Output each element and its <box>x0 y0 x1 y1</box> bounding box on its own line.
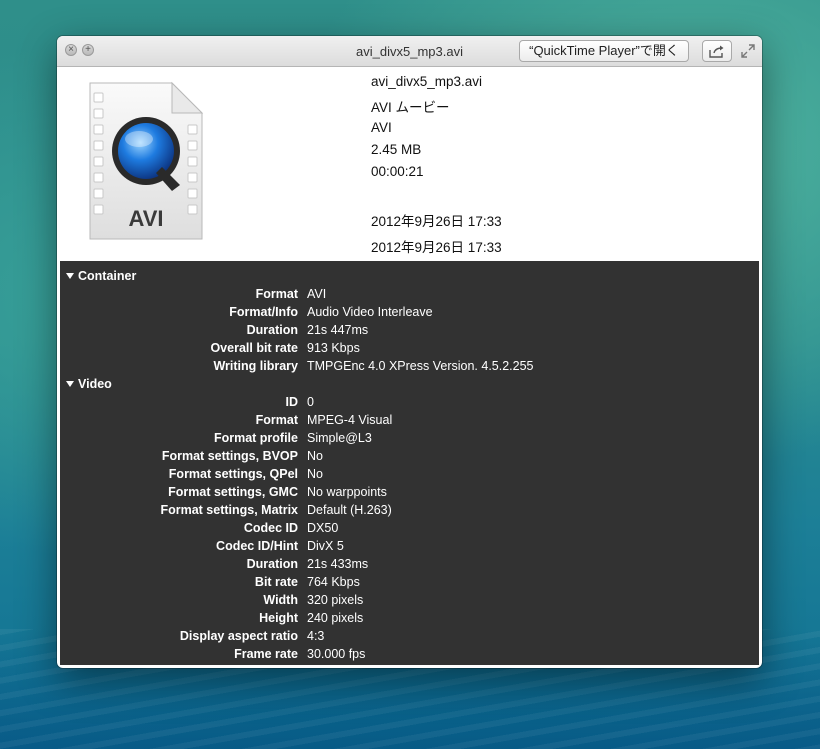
disclosure-triangle-icon <box>66 381 74 387</box>
row-value: 4:3 <box>307 629 325 643</box>
row-label: Frame rate <box>234 647 298 661</box>
row-value: AVI <box>371 120 392 135</box>
row-label: Display aspect ratio <box>179 629 298 643</box>
media-info-row: Codec ID DX50 <box>60 521 759 539</box>
row-value: 764 Kbps <box>307 575 360 589</box>
row-value: 2012年9月26日 17:33 <box>371 214 502 229</box>
quick-look-window: × + avi_divx5_mp3.avi “QuickTime Player”… <box>57 36 762 668</box>
row-value: 00:00:21 <box>371 164 424 179</box>
row-value: 0 <box>307 395 314 409</box>
row-label: Height <box>259 611 298 625</box>
title-bar: × + avi_divx5_mp3.avi “QuickTime Player”… <box>57 36 762 67</box>
row-label: Writing library <box>213 359 298 373</box>
media-info-row: Format/Info Audio Video Interleave <box>60 305 759 323</box>
container-section-header[interactable]: Container <box>66 269 136 287</box>
row-label: Duration <box>246 557 298 571</box>
row-label: ID <box>285 395 299 409</box>
row-value: No <box>307 467 323 481</box>
row-value: 2012年9月26日 17:33 <box>371 240 502 255</box>
media-info-row: Frame rate 30.000 fps <box>60 647 759 665</box>
media-info-row: Writing library TMPGEnc 4.0 XPress Versio… <box>60 359 759 377</box>
row-value: MPEG-4 Visual <box>307 413 393 427</box>
row-label: Format settings, BVOP <box>161 449 298 463</box>
video-section-header[interactable]: Video <box>66 377 112 395</box>
share-icon <box>709 45 724 58</box>
media-info-row: Duration 21s 433ms <box>60 557 759 575</box>
row-value: 320 pixels <box>307 593 364 607</box>
open-with-quicktime-button[interactable]: “QuickTime Player”で開く <box>519 40 689 62</box>
media-info-row: Format profile Simple@L3 <box>60 431 759 449</box>
row-value: DivX 5 <box>307 539 344 553</box>
media-info-row: Format settings, Matrix Default (H.263) <box>60 503 759 521</box>
media-info-row: Format settings, BVOP No <box>60 449 759 467</box>
row-label: Format/Info <box>229 305 298 319</box>
media-info-row: Height 240 pixels <box>60 611 759 629</box>
media-info-row: Overall bit rate 913 Kbps <box>60 341 759 359</box>
row-value: DX50 <box>307 521 339 535</box>
media-info-row: ID 0 <box>60 395 759 413</box>
row-value: 2.45 MB <box>371 142 422 157</box>
row-label: Format settings, GMC <box>168 485 298 499</box>
file-type-badge: AVI <box>128 206 163 231</box>
row-label: Format settings, Matrix <box>160 503 298 517</box>
row-label: Overall bit rate <box>210 341 298 355</box>
row-value: No <box>307 449 323 463</box>
avi-document-icon: AVI <box>84 81 204 241</box>
expand-arrows-icon <box>741 44 755 58</box>
row-label: Duration <box>246 323 298 337</box>
row-value: 240 pixels <box>307 611 364 625</box>
mediainfo-panel: Container Format AVI Format/Info Audio Vide… <box>60 261 759 665</box>
row-label: Format profile <box>213 431 298 445</box>
row-value: AVI <box>307 287 327 301</box>
row-label: Width <box>263 593 298 607</box>
row-value: avi_divx5_mp3.avi <box>371 74 483 89</box>
media-info-row: Format AVI <box>60 287 759 305</box>
media-info-row: Bit rate 764 Kbps <box>60 575 759 593</box>
row-label: Bit rate <box>254 575 298 589</box>
media-info-row: Codec ID/Hint DivX 5 <box>60 539 759 557</box>
container-heading: Container <box>78 269 137 283</box>
row-label: Format settings, QPel <box>168 467 298 481</box>
close-icon: × <box>68 44 74 55</box>
fullscreen-button[interactable]: + <box>82 44 94 56</box>
row-value: 913 Kbps <box>307 341 360 355</box>
row-value: Simple@L3 <box>307 431 372 445</box>
row-label: Codec ID/Hint <box>216 539 298 553</box>
media-info-row: Format settings, GMC No warppoints <box>60 485 759 503</box>
row-value: TMPGEnc 4.0 XPress Version. 4.5.2.255 <box>307 359 534 373</box>
row-value: AVI ムービー <box>371 100 450 115</box>
row-value: Default (H.263) <box>307 503 392 517</box>
plus-icon: + <box>85 44 91 55</box>
share-button[interactable] <box>702 40 732 62</box>
media-info-row: Width 320 pixels <box>60 593 759 611</box>
row-label: Format <box>255 287 298 301</box>
row-value: No warppoints <box>307 485 387 499</box>
expand-button[interactable] <box>740 43 756 59</box>
close-window-button[interactable]: × <box>65 44 77 56</box>
row-label: Codec ID <box>243 521 298 535</box>
row-value: 21s 433ms <box>307 557 369 571</box>
row-label: Format <box>255 413 298 427</box>
media-info-row: Display aspect ratio 4:3 <box>60 629 759 647</box>
row-value: Audio Video Interleave <box>307 305 433 319</box>
video-heading: Video <box>78 377 112 391</box>
media-info-row: Format settings, QPel No <box>60 467 759 485</box>
row-value: 30.000 fps <box>307 647 366 661</box>
media-info-row: Duration 21s 447ms <box>60 323 759 341</box>
row-value: 21s 447ms <box>307 323 369 337</box>
media-info-row: Format MPEG-4 Visual <box>60 413 759 431</box>
file-info-panel: AVI Name:avi_divx5_mp3.aviKind:AVI ムービーF… <box>60 67 759 261</box>
disclosure-triangle-icon <box>66 273 74 279</box>
